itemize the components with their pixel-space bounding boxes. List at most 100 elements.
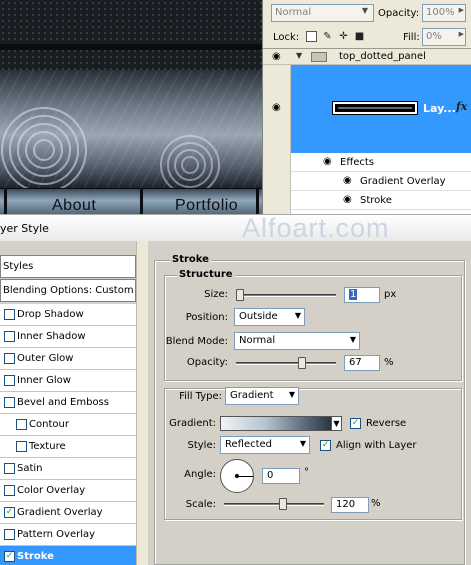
effects-row[interactable]: ◉ Effects (291, 153, 471, 172)
nav-link-portfolio: Portfolio (175, 197, 239, 214)
style-item-pattern-overlay[interactable]: Pattern Overlay (0, 524, 136, 546)
gradient-swatch[interactable] (220, 416, 332, 431)
size-slider-thumb[interactable] (236, 289, 244, 301)
blend-mode-value: Normal (239, 335, 276, 346)
eye-icon[interactable]: ◉ (343, 195, 352, 205)
reverse-checkbox[interactable]: ✓ (350, 418, 361, 429)
style-checkbox[interactable] (4, 463, 15, 474)
style-item-outer-glow[interactable]: Outer Glow (0, 348, 136, 370)
eye-icon[interactable]: ◉ (272, 103, 281, 113)
style-checkbox[interactable] (16, 441, 27, 452)
style-item-label: Gradient Overlay (17, 507, 103, 518)
eye-icon[interactable]: ◉ (272, 52, 281, 62)
position-select[interactable]: Outside ▼ (234, 308, 305, 326)
effect-label: Stroke (360, 195, 392, 206)
style-checkbox[interactable] (4, 353, 15, 364)
style-item-texture[interactable]: Texture (0, 436, 136, 458)
chevron-down-icon: ▼ (349, 335, 356, 344)
blend-mode-select[interactable]: Normal ▼ (234, 332, 360, 350)
size-unit: px (384, 289, 397, 300)
scale-slider-thumb[interactable] (279, 498, 288, 510)
style-checkbox[interactable] (4, 529, 15, 540)
style-item-label: Satin (17, 463, 43, 474)
lock-all-icon[interactable]: ■ (354, 31, 365, 42)
dialog-title: yer Style (0, 222, 49, 235)
size-value: 1 (349, 289, 358, 300)
angle-input[interactable]: 0 (262, 468, 300, 484)
style-item-drop-shadow[interactable]: Drop Shadow (0, 304, 136, 326)
expand-triangle-icon[interactable]: ▼ (296, 51, 302, 60)
fill-type-select[interactable]: Gradient ▼ (225, 387, 299, 405)
fill-type-label: Fill Type: (179, 391, 222, 402)
style-checkbox[interactable]: ✓ (4, 551, 15, 562)
lock-position-move-icon[interactable]: ✛ (338, 31, 349, 42)
angle-label: Angle: (184, 469, 216, 480)
layer-blend-mode-select[interactable]: Normal ▼ (271, 4, 374, 22)
opacity-slider-thumb[interactable] (297, 357, 306, 369)
style-item-inner-glow[interactable]: Inner Glow (0, 370, 136, 392)
layer-opacity-field[interactable]: 100% ▶ (422, 4, 466, 22)
fx-icon: fx (456, 100, 468, 113)
style-select[interactable]: Reflected ▼ (220, 436, 310, 454)
style-checkbox[interactable] (4, 375, 15, 386)
nav-separator (140, 188, 143, 214)
chevron-down-icon: ▼ (299, 439, 306, 448)
fill-type-value: Gradient (230, 390, 274, 401)
style-checkbox[interactable] (4, 485, 15, 496)
style-item-label: Pattern Overlay (17, 529, 96, 540)
angle-dial[interactable] (220, 459, 254, 493)
effect-row-stroke[interactable]: ◉ Stroke (291, 191, 471, 210)
styles-scrollbar[interactable] (136, 241, 148, 565)
angle-value: 0 (267, 470, 274, 481)
style-checkbox[interactable] (4, 331, 15, 342)
style-item-inner-shadow[interactable]: Inner Shadow (0, 326, 136, 348)
scale-input[interactable]: 120 (331, 497, 369, 513)
style-item-stroke[interactable]: ✓ Stroke (0, 546, 136, 565)
opacity-slider[interactable] (236, 362, 336, 365)
swirl-decoration (1, 107, 220, 188)
dialog-titlebar[interactable]: yer Style (0, 214, 471, 241)
lock-transparent-icon[interactable] (306, 31, 317, 42)
blending-options-label: Blending Options: Custom (3, 285, 134, 296)
size-input[interactable]: 1 (344, 287, 380, 303)
effect-row-gradient-overlay[interactable]: ◉ Gradient Overlay (291, 172, 471, 191)
folder-icon (311, 52, 327, 62)
blending-options-item[interactable]: Blending Options: Custom (0, 279, 136, 302)
style-item-gradient-overlay[interactable]: ✓ Gradient Overlay (0, 502, 136, 524)
style-value: Reflected (225, 439, 273, 450)
layer-opacity-value: 100% (426, 7, 455, 18)
eye-icon[interactable]: ◉ (343, 176, 352, 186)
position-value: Outside (239, 311, 278, 322)
align-with-layer-checkbox[interactable]: ✓ (320, 440, 331, 451)
opacity-unit: % (384, 357, 394, 368)
stroke-settings-panel: Stroke Structure Size: 1 px Position: Ou… (148, 241, 471, 565)
style-checkbox[interactable] (4, 397, 15, 408)
style-item-label: Bevel and Emboss (17, 397, 109, 408)
lock-image-brush-icon[interactable]: ✎ (322, 31, 333, 42)
style-item-satin[interactable]: Satin (0, 458, 136, 480)
style-item-contour[interactable]: Contour (0, 414, 136, 436)
visibility-column (263, 49, 291, 215)
layer-thumbnail (332, 101, 418, 115)
layer-fill-field[interactable]: 0% ▶ (422, 28, 466, 46)
style-item-bevel-and-emboss[interactable]: Bevel and Emboss (0, 392, 136, 414)
opacity-input[interactable]: 67 (344, 355, 380, 371)
selected-layer-row[interactable]: Lay... fx (291, 65, 471, 153)
chevron-down-icon[interactable]: ▼ (331, 416, 342, 431)
size-slider[interactable] (236, 294, 336, 297)
scale-label: Scale: (185, 499, 216, 510)
style-item-label: Contour (29, 419, 69, 430)
scale-slider[interactable] (224, 503, 324, 506)
style-item-label: Stroke (17, 551, 54, 562)
styles-header[interactable]: Styles (0, 255, 136, 278)
layer-blend-mode-value: Normal (275, 7, 312, 18)
style-checkbox[interactable] (16, 419, 27, 430)
style-checkbox[interactable]: ✓ (4, 507, 15, 518)
styles-header-label: Styles (3, 261, 34, 272)
layer-group-row[interactable]: ◉ ▼ top_dotted_panel (263, 49, 471, 65)
eye-icon[interactable]: ◉ (323, 157, 332, 167)
style-item-color-overlay[interactable]: Color Overlay (0, 480, 136, 502)
panel-divider (0, 44, 262, 50)
style-checkbox[interactable] (4, 309, 15, 320)
scale-unit: % (371, 498, 381, 509)
